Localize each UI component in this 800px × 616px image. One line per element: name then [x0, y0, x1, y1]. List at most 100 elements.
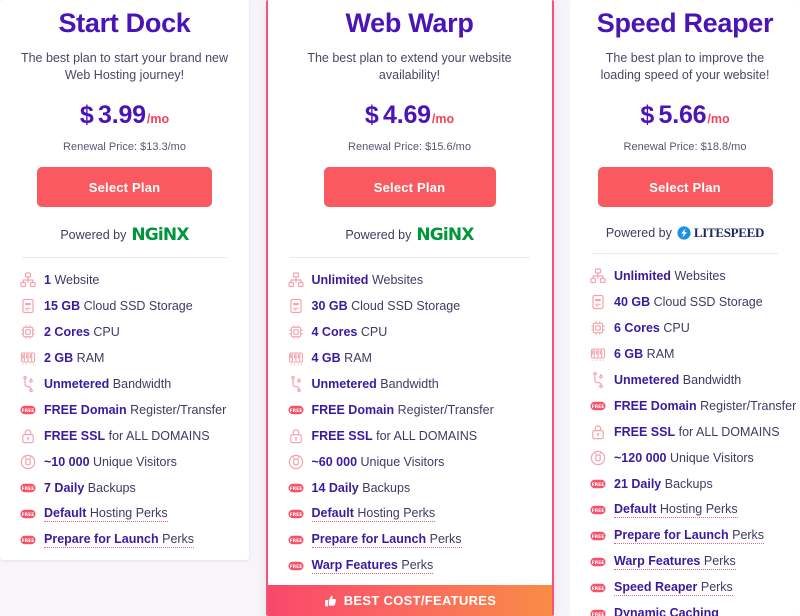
renewal-price: Renewal Price: $13.3/mo: [63, 141, 186, 153]
feature-value: 6 Cores: [614, 321, 660, 335]
feature-label: 2 GB RAM: [44, 351, 104, 365]
feature-rest: Perks: [732, 528, 765, 542]
feature-item: FREE SSL for ALL DOMAINS: [288, 423, 532, 449]
feature-value: 14 Daily: [311, 481, 359, 495]
feature-label[interactable]: Prepare for Launch Perks: [311, 532, 462, 548]
feature-label[interactable]: Warp Features Perks: [614, 554, 736, 570]
feature-rest: CPU: [663, 321, 690, 335]
feature-rest: Websites: [371, 273, 424, 287]
feature-rest: Register/Transfer: [130, 403, 227, 417]
feature-label[interactable]: Default Hosting Perks: [311, 506, 436, 522]
nginx-wordmark: NGiNX: [416, 225, 474, 245]
feature-value: 21 Daily: [614, 477, 662, 491]
feature-value: ~120 000: [614, 451, 667, 465]
feature-label: Unlimited Websites: [312, 273, 424, 287]
free-badge-icon: FREE: [590, 554, 606, 570]
feature-value: Prepare for Launch: [614, 528, 729, 542]
free-badge-icon: FREE: [590, 476, 606, 492]
feature-value: 7 Daily: [44, 481, 85, 495]
feature-item: FREE Warp Features Perks: [590, 549, 780, 575]
feature-item: FREE 14 Daily Backups: [287, 475, 532, 501]
svg-text:FREE: FREE: [289, 564, 302, 570]
best-value-banner: BEST COST/FEATURES: [267, 585, 552, 616]
feature-label: ~60 000 Unique Visitors: [312, 455, 445, 469]
feature-item: Unmetered Bandwidth: [590, 367, 780, 393]
feature-item: 40 GB Cloud SSD Storage: [590, 289, 780, 315]
price-period: /mo: [707, 112, 730, 126]
feature-rest: Backups: [87, 481, 136, 495]
svg-text:FREE: FREE: [592, 534, 605, 540]
storage-icon: [590, 294, 606, 310]
svg-text:FREE: FREE: [22, 408, 35, 414]
price-block: $ 3.99/mo: [14, 101, 235, 130]
feature-item: 2 GB RAM: [20, 345, 229, 371]
feature-label[interactable]: Dynamic Caching: [614, 606, 719, 616]
feature-item: Unmetered Bandwidth: [20, 371, 229, 397]
free-badge-icon: FREE: [590, 528, 606, 544]
free-badge-icon: FREE: [20, 402, 36, 418]
powered-by-label: Powered by: [60, 228, 127, 242]
feature-rest: Bandwidth: [380, 377, 439, 391]
feature-label[interactable]: Warp Features Perks: [311, 558, 434, 574]
feature-label[interactable]: Prepare for Launch Perks: [614, 528, 765, 544]
feature-value: Unmetered: [44, 377, 110, 391]
free-badge-icon: FREE: [20, 532, 36, 548]
plan-title: Speed Reaper: [596, 8, 774, 38]
feature-value: 2 GB: [44, 351, 74, 365]
pricing-card-web-warp: Web Warp The best plan to extend your we…: [265, 0, 554, 616]
feature-item: FREE Prepare for Launch Perks: [287, 527, 532, 553]
ram-icon: [590, 346, 606, 362]
svg-text:FREE: FREE: [22, 512, 35, 518]
powered-by-label: Powered by: [345, 228, 412, 242]
plan-description: The best plan to improve the loading spe…: [600, 51, 770, 82]
visitors-icon: [20, 454, 36, 470]
feature-item: 1 Website: [20, 267, 229, 293]
feature-label[interactable]: Default Hosting Perks: [614, 502, 738, 518]
feature-rest: CPU: [93, 325, 120, 339]
feature-item: FREE Prepare for Launch Perks: [20, 527, 229, 553]
select-plan-button[interactable]: Select Plan: [37, 167, 212, 207]
price-block: $ 5.66/mo: [584, 101, 786, 130]
pricing-plans-container: Start Dock The best plan to start your b…: [0, 0, 800, 616]
feature-label[interactable]: Prepare for Launch Perks: [44, 532, 195, 548]
feature-item: FREE Speed Reaper Perks: [590, 575, 780, 601]
feature-label: 4 Cores CPU: [312, 325, 388, 339]
feature-value: FREE Domain: [614, 399, 697, 413]
feature-item: FREE 21 Daily Backups: [590, 471, 780, 497]
free-badge-icon: FREE: [590, 502, 606, 518]
price-period: /mo: [431, 112, 455, 126]
feature-label: 40 GB Cloud SSD Storage: [614, 295, 763, 309]
feature-rest: Register/Transfer: [397, 403, 494, 417]
feature-value: 4 Cores: [311, 325, 358, 339]
feature-item: ~60 000 Unique Visitors: [288, 449, 532, 475]
feature-rest: Cloud SSD Storage: [653, 295, 763, 309]
feature-label: 6 GB RAM: [614, 347, 674, 361]
feature-label: Unmetered Bandwidth: [44, 377, 171, 391]
feature-item: ~10 000 Unique Visitors: [20, 449, 229, 475]
free-badge-icon: FREE: [590, 606, 606, 616]
feature-label[interactable]: Speed Reaper Perks: [614, 580, 733, 596]
feature-rest: Perks: [162, 532, 195, 546]
feature-label[interactable]: Default Hosting Perks: [44, 506, 168, 522]
select-plan-button[interactable]: Select Plan: [323, 167, 496, 207]
feature-rest: Unique Visitors: [360, 455, 445, 469]
feature-label: Unmetered Bandwidth: [312, 377, 439, 391]
feature-value: Unlimited: [614, 269, 671, 283]
svg-text:FREE: FREE: [592, 482, 605, 488]
feature-value: FREE Domain: [311, 403, 395, 417]
feature-label: 30 GB Cloud SSD Storage: [312, 299, 461, 313]
renewal-price: Renewal Price: $18.8/mo: [623, 141, 747, 153]
feature-rest: RAM: [646, 347, 675, 361]
powered-by: Powered by NGiNX: [282, 225, 538, 245]
feature-item: ~120 000 Unique Visitors: [590, 445, 780, 471]
section-divider: [289, 257, 530, 258]
feature-rest: RAM: [76, 351, 105, 365]
feature-label: 21 Daily Backups: [614, 477, 713, 491]
renewal-price: Renewal Price: $15.6/mo: [348, 141, 471, 153]
feature-item: 6 Cores CPU: [590, 315, 780, 341]
free-badge-icon: FREE: [20, 506, 36, 522]
card-body: Web Warp The best plan to extend your we…: [268, 0, 552, 585]
select-plan-button[interactable]: Select Plan: [597, 167, 773, 207]
feature-label: Unlimited Websites: [614, 269, 726, 283]
free-badge-icon: FREE: [287, 480, 304, 496]
